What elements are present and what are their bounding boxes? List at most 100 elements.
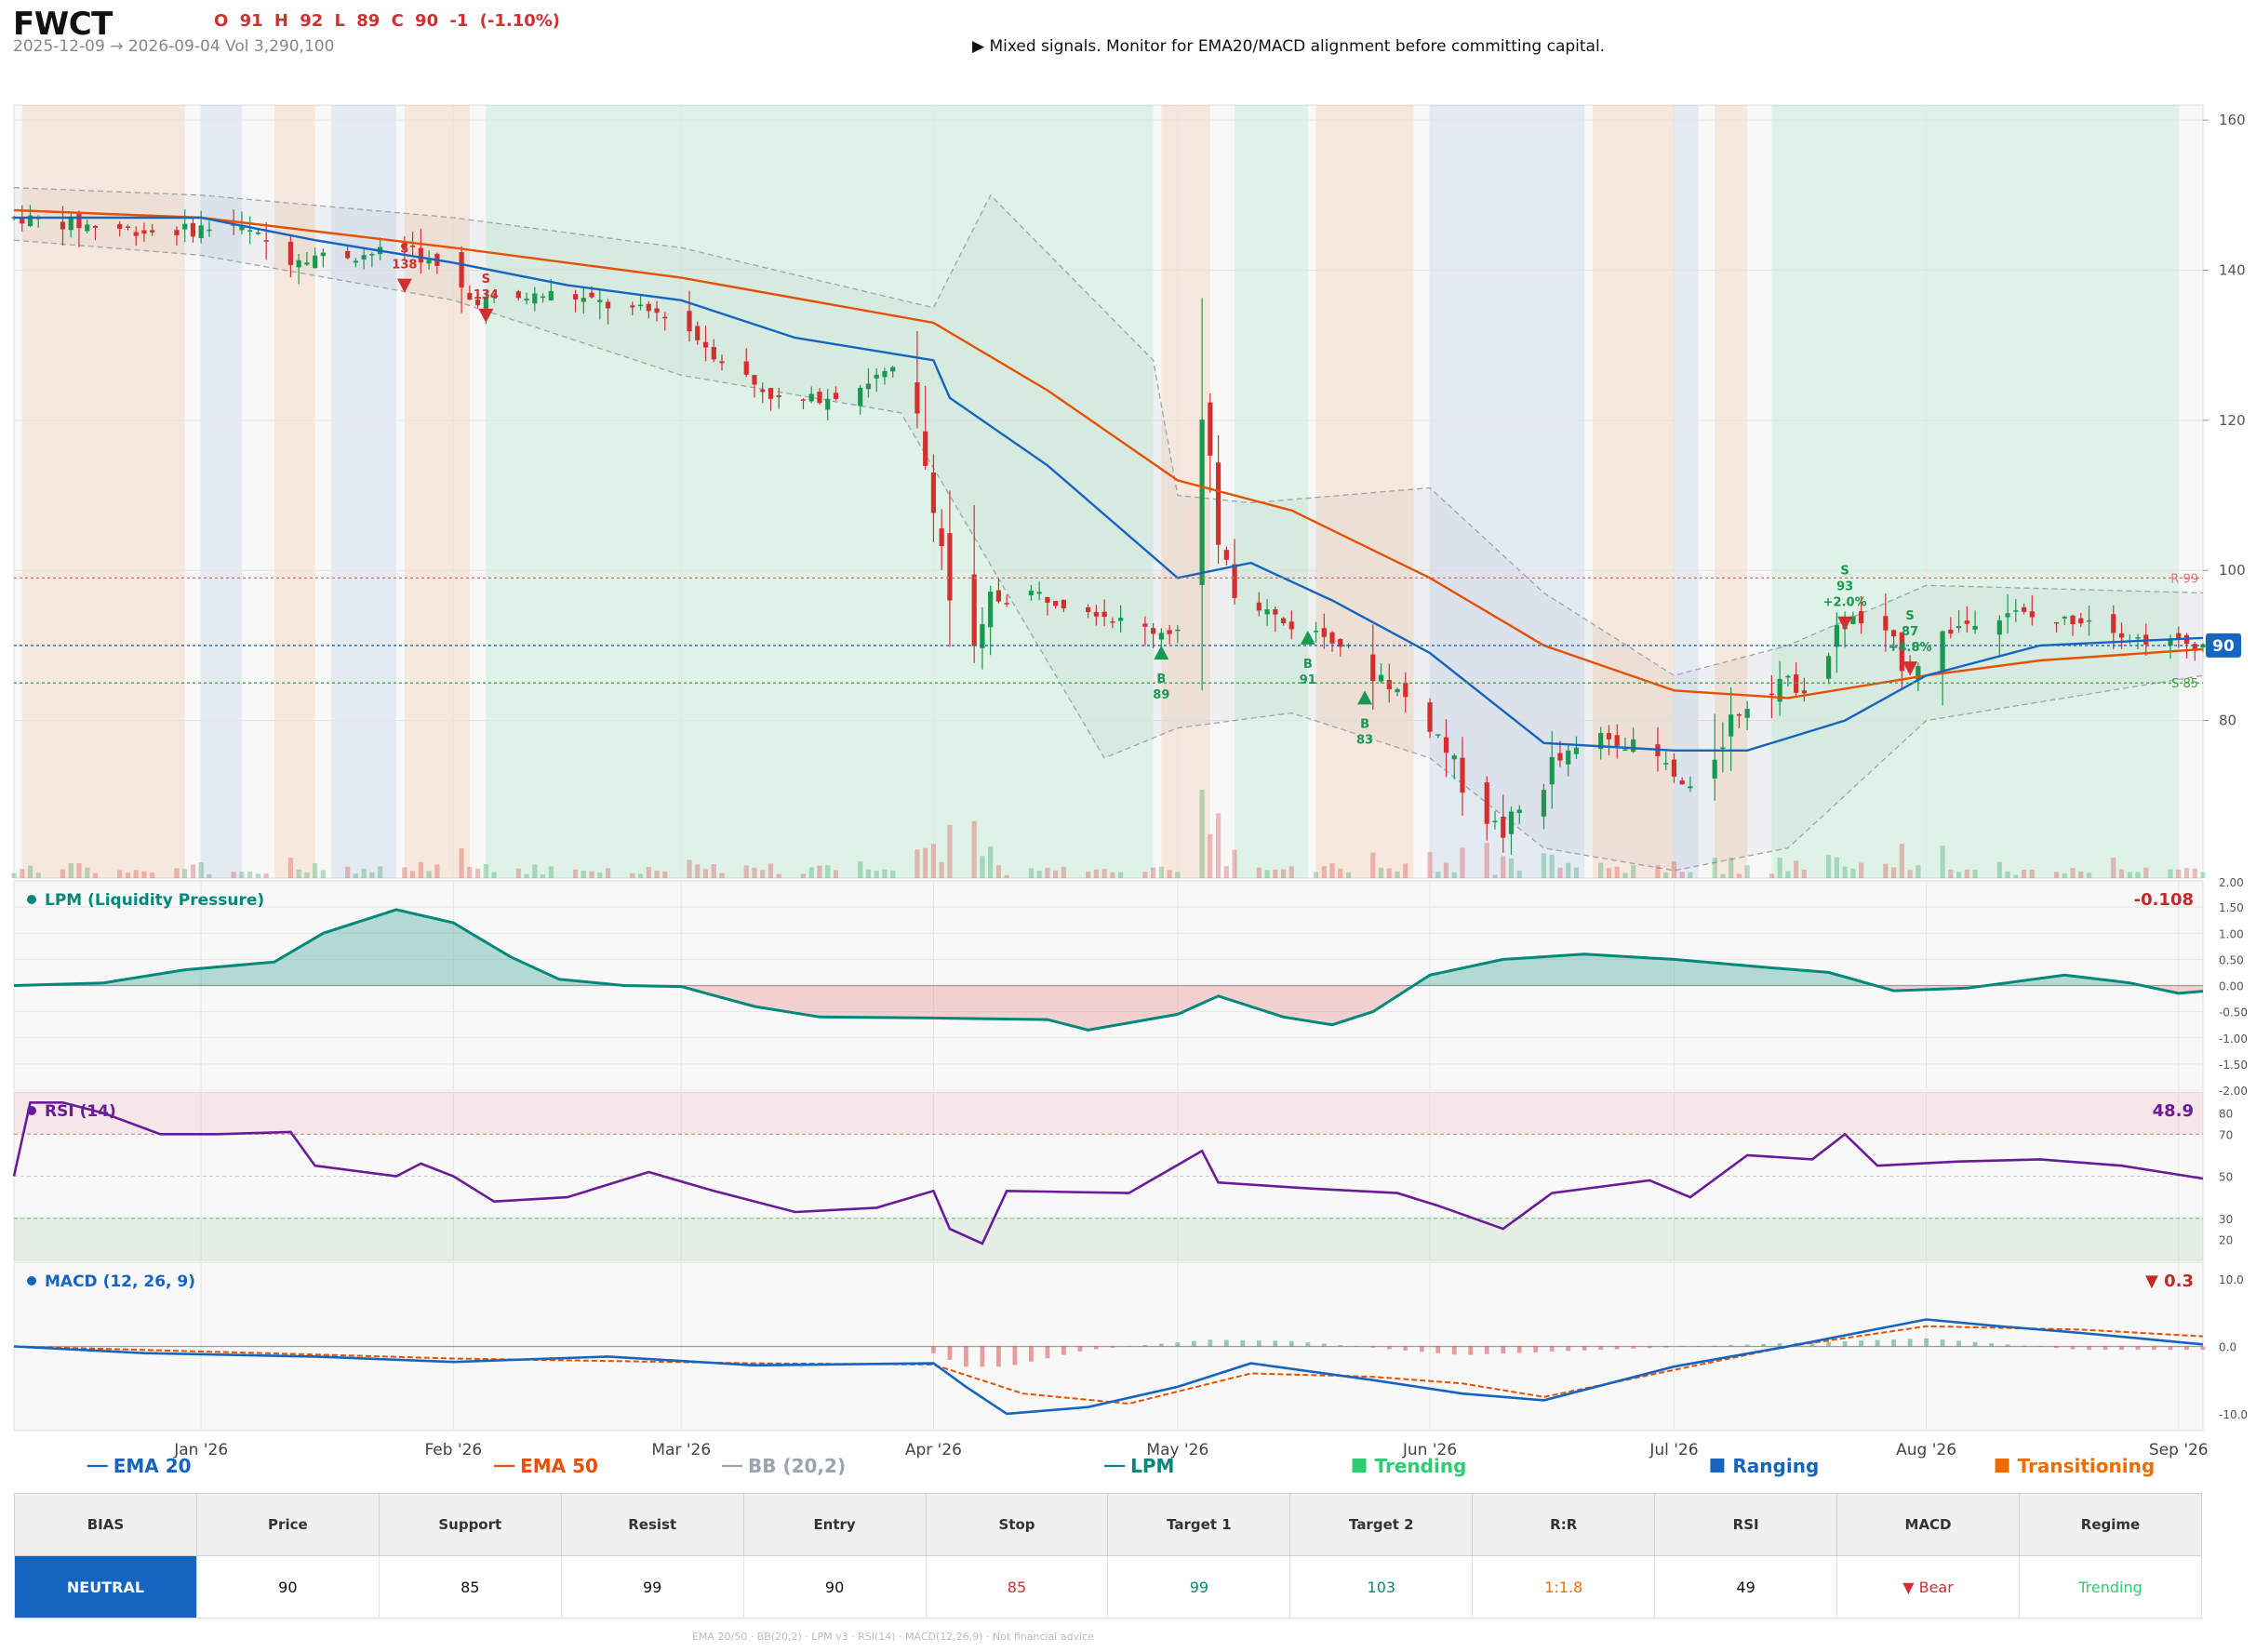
volume-bar bbox=[467, 866, 473, 878]
volume-bar bbox=[1110, 872, 1115, 878]
volume-bar bbox=[2029, 869, 2035, 878]
candle-body bbox=[817, 392, 822, 404]
candle-body bbox=[1329, 632, 1335, 644]
macd-histogram-bar bbox=[1435, 1346, 1441, 1353]
volume-bar bbox=[174, 868, 180, 878]
candle-body bbox=[353, 260, 358, 263]
candle-body bbox=[1118, 618, 1124, 621]
volume-bar bbox=[207, 873, 212, 878]
candle-body bbox=[1720, 747, 1726, 749]
volume-bar bbox=[1631, 864, 1636, 878]
candle-body bbox=[532, 293, 538, 304]
summary-header-cell: Target 1 bbox=[1107, 1493, 1291, 1556]
volume-bar bbox=[833, 870, 839, 878]
volume-bar bbox=[2021, 870, 2027, 878]
candle-body bbox=[1264, 609, 1270, 615]
sell-signal-label: 134 bbox=[474, 288, 499, 302]
volume-bar bbox=[1972, 870, 1978, 878]
volume-bar bbox=[2078, 871, 2084, 878]
volume-bar bbox=[1907, 870, 1913, 878]
sell-signal-label: 138 bbox=[392, 259, 417, 273]
candle-body bbox=[1053, 601, 1059, 606]
x-tick-label: Apr '26 bbox=[905, 1441, 962, 1459]
macd-histogram-bar bbox=[1582, 1346, 1587, 1351]
macd-histogram-bar bbox=[1891, 1339, 1897, 1347]
volume-bar bbox=[2192, 868, 2197, 878]
volume-bar bbox=[817, 865, 822, 878]
sell-signal-label: S bbox=[400, 243, 408, 257]
candle-body bbox=[141, 230, 147, 234]
candle-body bbox=[1744, 709, 1750, 718]
candle-body bbox=[296, 260, 301, 268]
candle-body bbox=[1622, 749, 1628, 752]
volume-bar bbox=[923, 847, 928, 878]
candle-body bbox=[833, 393, 839, 399]
volume-bar bbox=[988, 846, 994, 878]
volume-bar bbox=[11, 873, 17, 878]
candle-body bbox=[1614, 735, 1620, 746]
macd-histogram-bar bbox=[1989, 1342, 1994, 1347]
candle-body bbox=[589, 292, 594, 298]
candle-body bbox=[1378, 674, 1384, 682]
candle-body bbox=[1606, 733, 1612, 739]
rsi-y-tick-label: 30 bbox=[2219, 1213, 2233, 1226]
volume-bar bbox=[1573, 867, 1580, 878]
candle-body bbox=[1501, 817, 1506, 838]
candle-body bbox=[1948, 629, 1954, 634]
candle-body bbox=[255, 232, 261, 234]
volume-bar bbox=[808, 867, 814, 878]
volume-bar bbox=[1883, 863, 1889, 878]
volume-bar bbox=[1720, 873, 1726, 878]
candle-body bbox=[581, 298, 586, 302]
volume-bar bbox=[1167, 870, 1172, 878]
summary-header-cell: Regime bbox=[2018, 1493, 2203, 1556]
lpm-y-tick-label: 0.00 bbox=[2219, 980, 2244, 993]
volume-bar bbox=[141, 871, 147, 878]
candle-body bbox=[988, 591, 994, 628]
candle-body bbox=[1223, 550, 1229, 560]
candle-body bbox=[1321, 628, 1327, 637]
candle-body bbox=[320, 252, 326, 257]
volume-bar bbox=[2176, 869, 2182, 878]
volume-bar bbox=[2111, 857, 2116, 878]
candle-body bbox=[630, 305, 635, 308]
volume-bar bbox=[890, 870, 896, 878]
candle-body bbox=[1451, 755, 1457, 760]
volume-bar bbox=[1826, 855, 1832, 878]
volume-bar bbox=[125, 873, 131, 878]
candle-body bbox=[971, 574, 977, 646]
lpm-y-tick-label: 1.50 bbox=[2219, 901, 2244, 914]
candle-body bbox=[182, 223, 188, 230]
summary-header-cell: Entry bbox=[742, 1493, 927, 1556]
macd-histogram-bar bbox=[1305, 1342, 1311, 1347]
macd-histogram-bar bbox=[2087, 1346, 2091, 1351]
legend-transitioning-swatch bbox=[1995, 1459, 2009, 1472]
candle-body bbox=[76, 214, 82, 229]
macd-histogram-bar bbox=[1419, 1346, 1424, 1352]
buy-signal-label: 83 bbox=[1356, 733, 1373, 747]
macd-histogram-bar bbox=[1533, 1346, 1539, 1352]
candle-body bbox=[882, 370, 888, 378]
candle-body bbox=[1427, 702, 1433, 732]
macd-histogram-bar bbox=[1321, 1343, 1327, 1347]
lpm-y-tick-label: -0.50 bbox=[2219, 1006, 2248, 1019]
macd-histogram-bar bbox=[2152, 1346, 2156, 1351]
candle-body bbox=[1671, 759, 1677, 777]
volume-bar bbox=[1516, 870, 1522, 878]
candle-body bbox=[1492, 820, 1498, 822]
volume-bar bbox=[68, 862, 73, 878]
candle-body bbox=[702, 341, 709, 348]
macd-histogram-bar bbox=[1061, 1346, 1066, 1355]
volume-bar bbox=[1484, 843, 1489, 878]
volume-bar bbox=[76, 862, 82, 878]
macd-y-tick-label: 0.0 bbox=[2219, 1341, 2236, 1354]
volume-bar bbox=[1501, 856, 1506, 878]
candle-body bbox=[1313, 631, 1319, 633]
rsi-last-value: 48.9 bbox=[2153, 1101, 2194, 1121]
macd-histogram-bar bbox=[1484, 1346, 1489, 1354]
volume-bar bbox=[1313, 872, 1319, 878]
summary-header-cell: MACD bbox=[1836, 1493, 2020, 1556]
candle-body bbox=[1142, 623, 1148, 627]
volume-bar bbox=[800, 873, 807, 878]
volume-bar bbox=[540, 873, 546, 878]
